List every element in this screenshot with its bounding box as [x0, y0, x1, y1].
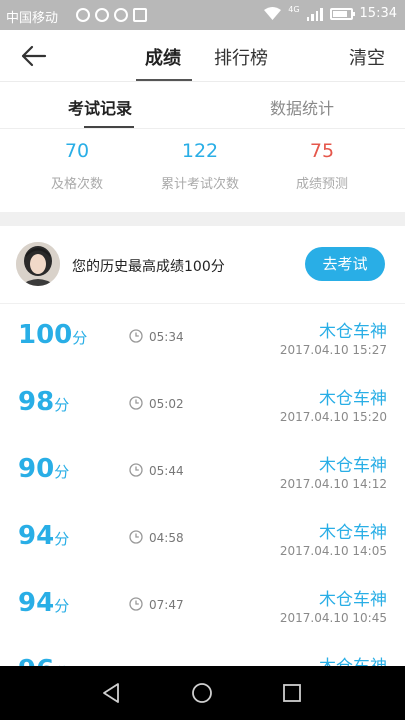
record-score: 94分 — [18, 521, 69, 551]
section-divider — [0, 212, 405, 226]
wifi-icon — [264, 7, 282, 20]
list-item[interactable]: 98分 05:02 木仓车神 2017.04.10 15:20 — [0, 371, 405, 438]
record-date: 2017.04.10 10:45 — [279, 611, 387, 625]
score-unit: 分 — [72, 329, 88, 347]
record-date: 2017.04.10 15:20 — [279, 410, 387, 424]
clock-icon — [129, 463, 143, 477]
square-recent-icon[interactable] — [280, 681, 304, 705]
circle-home-icon[interactable] — [190, 681, 214, 705]
record-duration: 07:47 — [149, 598, 184, 612]
carrier-name: 中国移动 — [6, 11, 59, 26]
subtab-statistics[interactable]: 数据统计 — [270, 95, 334, 119]
record-user-name: 木仓车神 — [319, 389, 387, 409]
stat-value: 75 — [309, 140, 335, 162]
app-header: 成绩 排行榜 清空 — [0, 30, 405, 82]
list-item[interactable]: 100分 05:34 木仓车神 2017.04.10 15:27 — [0, 304, 405, 371]
header-tabs: 成绩 排行榜 — [0, 30, 405, 82]
record-date: 2017.04.10 14:12 — [279, 477, 387, 491]
subtab-active-indicator — [84, 126, 134, 128]
notification-icons — [76, 8, 147, 22]
stat-pass-count: 70 及格次数 — [10, 140, 144, 192]
record-score: 100分 — [18, 320, 87, 350]
clock-time: 15:34 — [359, 6, 397, 21]
signal-icon — [306, 7, 323, 21]
score-unit: 分 — [54, 530, 70, 548]
record-duration: 05:44 — [149, 464, 184, 478]
record-user-name: 木仓车神 — [319, 590, 387, 610]
battery-icon — [329, 7, 355, 20]
score-value: 90 — [18, 454, 55, 484]
avatar — [16, 242, 60, 286]
stat-label: 累计考试次数 — [160, 177, 239, 192]
network-type: 4G — [288, 5, 300, 14]
clock-icon — [129, 597, 143, 611]
score-value: 100 — [18, 320, 73, 350]
record-user-name: 木仓车神 — [319, 322, 387, 342]
list-item[interactable]: 90分 05:44 木仓车神 2017.04.10 14:12 — [0, 438, 405, 505]
clock-icon — [129, 530, 143, 544]
location-icon — [76, 8, 90, 22]
stat-value: 70 — [64, 140, 90, 162]
score-value: 94 — [18, 521, 55, 551]
stat-total-exams: 122 累计考试次数 — [133, 140, 267, 192]
score-unit: 分 — [54, 597, 70, 615]
exam-records-list: 100分 05:34 木仓车神 2017.04.10 15:27 98分 05:… — [0, 304, 405, 666]
list-item[interactable]: 94分 07:47 木仓车神 2017.04.10 10:45 — [0, 572, 405, 639]
sub-tabs: 考试记录 数据统计 — [0, 83, 405, 129]
best-score-text: 您的历史最高成绩100分 — [72, 259, 225, 275]
record-score: 96分 — [18, 655, 69, 666]
record-score: 90分 — [18, 454, 69, 484]
record-date: 2017.04.10 14:05 — [279, 544, 387, 558]
record-duration: 05:02 — [149, 397, 184, 411]
score-value: 94 — [18, 588, 55, 618]
clear-button[interactable]: 清空 — [349, 44, 385, 70]
record-user-name: 木仓车神 — [319, 652, 387, 666]
clock-icon — [129, 396, 143, 410]
stat-label: 成绩预测 — [295, 177, 348, 192]
stat-value: 122 — [181, 140, 219, 162]
list-item[interactable]: 96分 木仓车神 — [0, 639, 405, 666]
sync-icon — [114, 8, 128, 22]
stat-label: 及格次数 — [50, 177, 103, 192]
score-unit: 分 — [54, 396, 70, 414]
record-date: 2017.04.10 15:27 — [279, 343, 387, 357]
record-user-name: 木仓车神 — [319, 456, 387, 476]
score-unit: 分 — [54, 463, 70, 481]
clock-icon — [129, 329, 143, 343]
stat-score-prediction: 75 成绩预测 — [255, 140, 389, 192]
tab-active-indicator — [136, 79, 192, 81]
record-score: 98分 — [18, 387, 69, 417]
best-score-row: 您的历史最高成绩100分 去考试 — [0, 226, 405, 304]
status-bar: 中国移动 4G 15:34 — [0, 0, 405, 30]
triangle-back-icon[interactable] — [100, 681, 124, 705]
settings-icon — [95, 8, 109, 22]
record-user-name: 木仓车神 — [319, 523, 387, 543]
tab-ranking[interactable]: 排行榜 — [214, 44, 268, 70]
image-icon — [133, 8, 147, 22]
list-item[interactable]: 94分 04:58 木仓车神 2017.04.10 14:05 — [0, 505, 405, 572]
record-duration: 04:58 — [149, 531, 184, 545]
system-nav-bar — [0, 666, 405, 720]
record-score: 94分 — [18, 588, 69, 618]
tab-scores[interactable]: 成绩 — [145, 44, 181, 70]
record-duration: 05:34 — [149, 330, 184, 344]
subtab-exam-records[interactable]: 考试记录 — [68, 95, 132, 119]
score-value: 98 — [18, 387, 55, 417]
stats-panel: 70 及格次数 122 累计考试次数 75 成绩预测 — [0, 130, 405, 212]
start-exam-button[interactable]: 去考试 — [305, 247, 385, 281]
score-value: 96 — [18, 655, 54, 666]
